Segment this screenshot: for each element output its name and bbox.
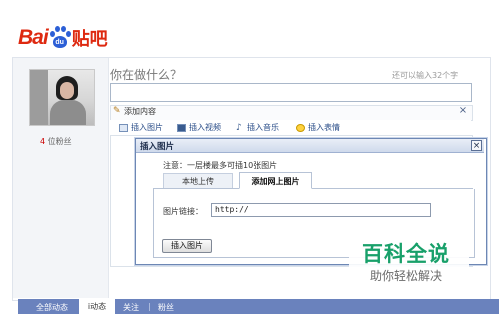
insert-image-button[interactable]: 插入图片 (119, 122, 163, 133)
image-link-input[interactable]: http:// (211, 203, 431, 217)
insert-music-label: 插入音乐 (247, 123, 279, 132)
image-icon (119, 123, 128, 132)
dialog-notice: 注意：一层楼最多可插10张图片 (163, 161, 278, 170)
paw-icon: du (49, 26, 71, 50)
nav-all-activity[interactable]: 全部动态 (36, 302, 68, 313)
nav-my-activity[interactable]: i动态 (79, 299, 115, 314)
logo-tieba: 贴吧 (71, 29, 108, 50)
char-remaining: 还可以输入32个字 (392, 71, 459, 80)
dialog-titlebar[interactable] (136, 139, 484, 153)
pencil-icon: ✎ (113, 106, 121, 116)
close-icon[interactable]: × (458, 105, 468, 117)
tab-local-upload[interactable]: 本地上传 (163, 173, 233, 188)
insert-image-label: 插入图片 (131, 123, 163, 132)
fans-label: 位粉丝 (47, 137, 72, 146)
insert-toolbar (110, 120, 471, 135)
dialog-title: 插入图片 (140, 142, 175, 152)
insert-video-button[interactable]: 插入视频 (177, 122, 221, 133)
music-icon: ♪ (236, 122, 242, 133)
logo-du: du (52, 36, 67, 48)
fans-count[interactable]: 4 位粉丝 (40, 136, 72, 147)
nav-separator: | (148, 302, 151, 311)
add-content-bar (110, 105, 473, 121)
status-input[interactable] (110, 83, 472, 102)
tab-web-image[interactable]: 添加网上图片 (239, 172, 312, 189)
emoticon-icon (296, 123, 305, 132)
add-content-label: 添加内容 (124, 107, 156, 116)
nav-fans[interactable]: 粉丝 (158, 302, 174, 313)
nav-follow[interactable]: 关注 (123, 302, 139, 313)
insert-image-submit-button[interactable]: 插入图片 (162, 239, 212, 253)
status-prompt: 你在做什么？ (110, 68, 183, 82)
insert-video-label: 插入视频 (189, 123, 221, 132)
insert-emoticon-label: 插入表情 (308, 123, 340, 132)
baidu-tieba-logo[interactable]: Bai du 贴吧 (18, 26, 108, 50)
watermark-title: 百科全说 (362, 242, 450, 266)
logo-bai: Bai (18, 26, 49, 49)
dialog-close-icon[interactable]: × (471, 140, 482, 151)
insert-emoticon-button[interactable]: 插入表情 (296, 122, 340, 133)
insert-music-button[interactable]: ♪ 插入音乐 (236, 122, 279, 133)
avatar[interactable] (29, 69, 95, 126)
video-icon (177, 123, 186, 132)
image-link-label: 图片链接： (163, 207, 203, 216)
watermark-subtitle: 助你轻松解决 (370, 269, 443, 283)
fans-number: 4 (40, 137, 46, 146)
